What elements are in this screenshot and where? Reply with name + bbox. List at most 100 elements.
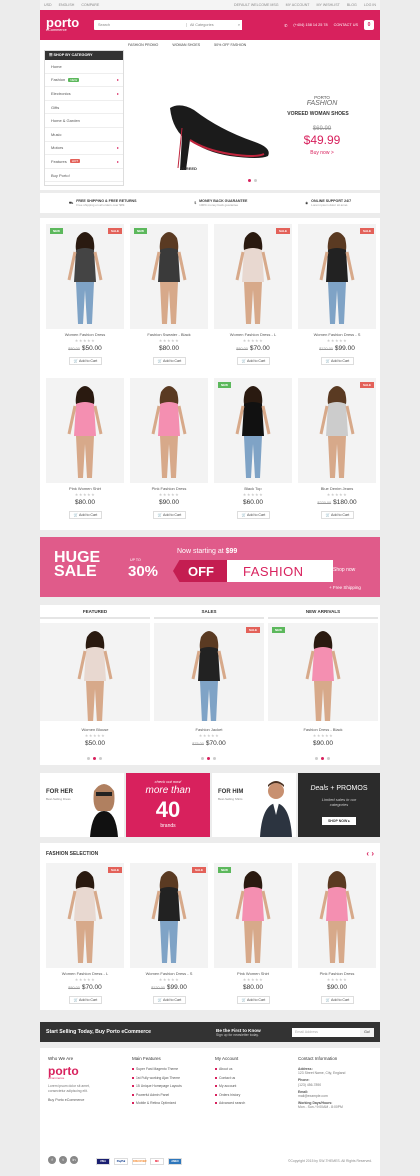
slider-dot[interactable] <box>213 757 216 760</box>
product-name[interactable]: Pink Women Shirt <box>46 486 124 491</box>
footer-feature-link[interactable]: 1st Fully working Ajax Theme <box>132 1076 208 1080</box>
product-image[interactable] <box>214 863 292 968</box>
product-name[interactable]: Blue Denim Jeans <box>298 486 376 491</box>
product-name[interactable]: Women Fashion Dress <box>46 332 124 337</box>
footer-feature-link[interactable]: 15 Unique Homepage Layouts <box>132 1084 208 1088</box>
category-item[interactable]: Fashion NEW ▸ <box>45 74 123 88</box>
category-item[interactable]: Home & Garden <box>45 114 123 128</box>
tab-new-arrivals[interactable]: NEW ARRIVALS <box>268 605 378 619</box>
product-name[interactable]: Women Fashion Dress - S <box>130 971 208 976</box>
slider-dot[interactable] <box>327 757 330 760</box>
product-name[interactable]: Fashion Jacket <box>154 727 264 732</box>
product-image[interactable] <box>214 378 292 483</box>
nav-item-woman-shoes[interactable]: WOMAN SHOES <box>172 43 200 47</box>
slider-dot[interactable] <box>315 757 318 760</box>
product-name[interactable]: Women Fashion Dress - L <box>214 332 292 337</box>
product-image[interactable] <box>298 224 376 329</box>
cart-button[interactable]: 0 <box>364 20 374 30</box>
blog-link[interactable]: BLOG <box>347 3 357 7</box>
product-image[interactable] <box>130 378 208 483</box>
add-to-cart-button[interactable]: 🛒 Add to Cart <box>69 357 102 365</box>
chevron-left-icon[interactable]: ‹ <box>366 849 369 858</box>
slider-dot[interactable] <box>201 757 204 760</box>
product-name[interactable]: Women Fashion Dress - S <box>298 332 376 337</box>
category-item[interactable]: Motors ▸ <box>45 142 123 156</box>
site-logo[interactable]: porto eCommerce <box>46 16 88 33</box>
product-image[interactable] <box>268 623 378 721</box>
product-image[interactable] <box>46 863 124 968</box>
tab-sales[interactable]: SALES <box>154 605 264 619</box>
footer-account-link[interactable]: Advanced search <box>215 1101 291 1105</box>
product-name[interactable]: Fashion Sweater - Black <box>130 332 208 337</box>
footer-account-link[interactable]: About us <box>215 1067 291 1071</box>
add-to-cart-button[interactable]: 🛒 Add to Cart <box>153 357 186 365</box>
slider-dot[interactable] <box>87 757 90 760</box>
category-item[interactable]: Features HOT ▸ <box>45 155 123 169</box>
nav-item-50-off[interactable]: 50% OFF FASHION <box>214 43 246 47</box>
add-to-cart-button[interactable]: 🛒 Add to Cart <box>321 357 354 365</box>
product-name[interactable]: Women Blouse <box>40 727 150 732</box>
category-item[interactable]: Music <box>45 128 123 142</box>
product-image[interactable] <box>298 863 376 968</box>
product-name[interactable]: Pink Women Shirt <box>214 971 292 976</box>
product-image[interactable] <box>154 623 264 721</box>
footer-account-link[interactable]: Contact us <box>215 1076 291 1080</box>
slider-dot[interactable] <box>93 757 96 760</box>
category-item[interactable]: Home <box>45 60 123 74</box>
category-select[interactable]: All Categories <box>186 23 232 27</box>
facebook-icon[interactable]: f <box>48 1156 56 1164</box>
slider-dot[interactable] <box>207 757 210 760</box>
newsletter-email-input[interactable]: Email Address <box>292 1027 360 1037</box>
slider-dot[interactable] <box>99 757 102 760</box>
currency-select[interactable]: USD <box>44 3 52 7</box>
promo-shop-now-button[interactable]: SHOP NOW ▸ <box>322 817 356 825</box>
footer-feature-link[interactable]: Mobile & Retina Optimized <box>132 1101 208 1105</box>
slider-dot[interactable] <box>248 179 251 182</box>
product-image[interactable] <box>214 224 292 329</box>
add-to-cart-button[interactable]: 🛒 Add to Cart <box>321 511 354 519</box>
promo-40-brands[interactable]: check out now! more than 40 brands <box>126 773 210 837</box>
banner-shop-now[interactable]: Shop now <box>333 567 355 573</box>
footer-feature-link[interactable]: Super Fast Magento Theme <box>132 1067 208 1071</box>
contact-link[interactable]: CONTACT US <box>334 23 358 27</box>
add-to-cart-button[interactable]: 🛒 Add to Cart <box>237 996 270 1004</box>
product-name[interactable]: Black Top <box>214 486 292 491</box>
product-name[interactable]: Fashion Dress - Black <box>268 727 378 732</box>
product-name[interactable]: Pink Fashion Dress <box>298 971 376 976</box>
product-image[interactable] <box>130 863 208 968</box>
slider-dot[interactable] <box>254 179 257 182</box>
category-item[interactable]: Electronics ▸ <box>45 87 123 101</box>
add-to-cart-button[interactable]: 🛒 Add to Cart <box>153 511 186 519</box>
product-image[interactable] <box>46 224 124 329</box>
promo-banner[interactable]: HUGE SALE UP TO 30% OFF FASHION Now start… <box>40 537 380 597</box>
search-input[interactable]: Search <box>94 23 110 27</box>
category-menu-title[interactable]: ☰ SHOP BY CATEGORY <box>45 51 123 60</box>
slider-dot[interactable] <box>321 757 324 760</box>
promo-for-her[interactable]: FOR HER Best-Selling Dress <box>40 773 124 837</box>
login-link[interactable]: LOG IN <box>364 3 376 7</box>
footer-buy-link[interactable]: Buy Porto eCommerce <box>48 1098 124 1102</box>
search-button[interactable]: ⌕ <box>232 20 242 30</box>
compare-link[interactable]: COMPARE <box>81 3 99 7</box>
add-to-cart-button[interactable]: 🛒 Add to Cart <box>69 996 102 1004</box>
footer-logo[interactable]: porto <box>48 1065 124 1077</box>
footer-feature-link[interactable]: Powerful Admin Panel <box>132 1093 208 1097</box>
add-to-cart-button[interactable]: 🛒 Add to Cart <box>237 511 270 519</box>
linkedin-icon[interactable]: in <box>70 1156 78 1164</box>
add-to-cart-button[interactable]: 🛒 Add to Cart <box>321 996 354 1004</box>
newsletter-go-button[interactable]: Go! <box>360 1027 374 1037</box>
my-wishlist-link[interactable]: MY WISHLIST <box>317 3 340 7</box>
add-to-cart-button[interactable]: 🛒 Add to Cart <box>69 511 102 519</box>
product-name[interactable]: Pink Fashion Dress <box>130 486 208 491</box>
hero-buy-now-link[interactable]: Buy now > <box>292 150 352 156</box>
promo-for-him[interactable]: FOR HIM Best-Selling Shirts <box>212 773 296 837</box>
footer-account-link[interactable]: Orders history <box>215 1093 291 1097</box>
add-to-cart-button[interactable]: 🛒 Add to Cart <box>237 357 270 365</box>
nav-item-fashion-promo[interactable]: FASHION PROMO <box>128 43 158 47</box>
chevron-right-icon[interactable]: › <box>371 849 374 858</box>
category-item[interactable]: Buy Porto! <box>45 169 123 183</box>
add-to-cart-button[interactable]: 🛒 Add to Cart <box>153 996 186 1004</box>
product-image[interactable] <box>298 378 376 483</box>
footer-account-link[interactable]: My account <box>215 1084 291 1088</box>
promo-deals[interactable]: Deals + PROMOS Limited sales in our cate… <box>298 773 380 837</box>
